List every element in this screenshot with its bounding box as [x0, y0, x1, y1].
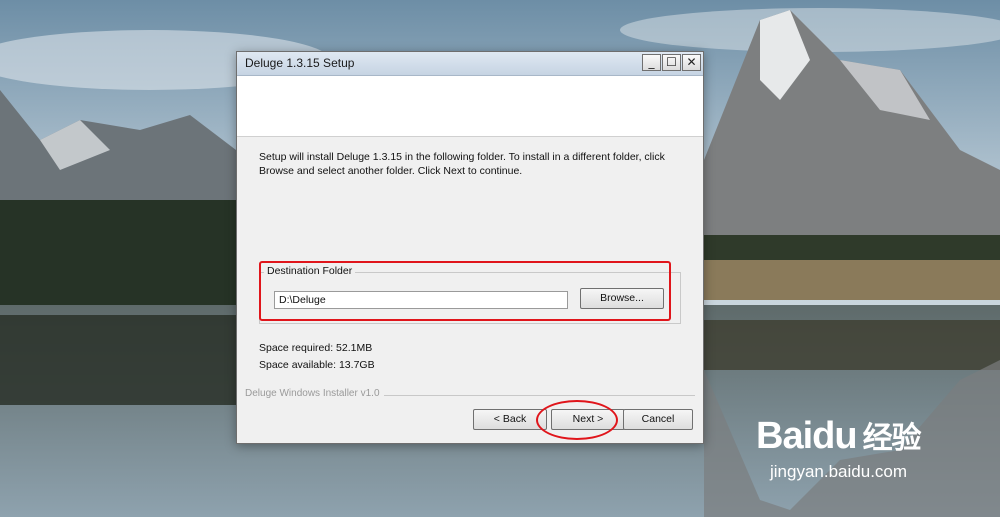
footer-divider: Deluge Windows Installer v1.0 — [245, 388, 695, 399]
close-button[interactable]: ✕ — [682, 54, 701, 71]
window-title: Deluge 1.3.15 Setup — [245, 56, 355, 70]
maximize-button[interactable]: ☐ — [662, 54, 681, 71]
title-bar[interactable]: Deluge 1.3.15 Setup _ ☐ ✕ — [237, 52, 703, 76]
watermark-url: jingyan.baidu.com — [770, 462, 908, 481]
instructions-text: Setup will install Deluge 1.3.15 in the … — [259, 151, 665, 177]
header-banner — [237, 76, 703, 137]
destination-highlight-annotation — [259, 261, 671, 321]
cancel-button[interactable]: Cancel — [623, 409, 693, 430]
space-available-text: Space available: 13.7GB — [259, 359, 375, 371]
installer-brand-text: Deluge Windows Installer v1.0 — [245, 388, 384, 399]
watermark-brand-cn: 经验 — [862, 422, 922, 455]
space-required-text: Space required: 52.1MB — [259, 342, 373, 354]
next-button-highlight-annotation — [536, 400, 618, 440]
baidu-watermark: Baidu 经验 jingyan.baidu.com — [756, 414, 976, 498]
watermark-brand: Baidu 经验 — [756, 415, 922, 457]
minimize-button[interactable]: _ — [642, 54, 661, 71]
setup-dialog: Deluge 1.3.15 Setup _ ☐ ✕ Setup will ins… — [236, 51, 704, 444]
